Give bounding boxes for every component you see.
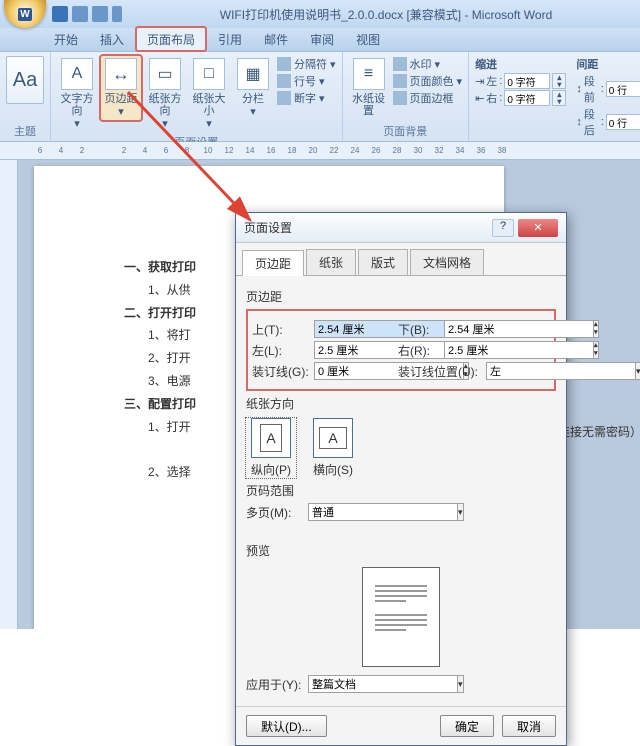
theme-button[interactable]: Aa xyxy=(6,56,44,104)
tab-home[interactable]: 开始 xyxy=(44,28,88,51)
label-multi: 多页(M): xyxy=(246,504,302,521)
group-page-bg: 水纸设置 水印 ▾ 页面颜色 ▾ 页面边框 页面背景 xyxy=(343,52,470,141)
ribbon-tabs: 开始 插入 页面布局 引用 邮件 审阅 视图 xyxy=(0,28,640,52)
space-after[interactable]: ↕ 段后: ▴▾ xyxy=(576,106,640,138)
label-bottom: 下(B): xyxy=(398,321,438,338)
dialog-help-button[interactable]: ? xyxy=(492,219,514,237)
hyphen-icon xyxy=(277,91,291,105)
doc-h3: 三、配置打印 xyxy=(124,397,196,411)
spacing-heading: 间距 xyxy=(576,56,640,72)
label-gutter: 装订线(G): xyxy=(252,363,308,380)
input-left[interactable]: ▴▾ xyxy=(314,341,392,359)
dialog-body: 页边距 上(T): ▴▾ 下(B): ▴▾ 左(L): ▴▾ 右(R): ▴▾ … xyxy=(236,276,566,706)
group-label-theme: 主题 xyxy=(14,121,36,139)
dialog-tab-layout[interactable]: 版式 xyxy=(358,249,408,275)
label-gutter-pos: 装订线位置(U): xyxy=(398,363,480,380)
section-range: 页码范围 xyxy=(246,482,556,499)
preview-box xyxy=(362,567,440,667)
horizontal-ruler[interactable]: 6422468101214161820222426283032343638 xyxy=(0,142,640,160)
tab-mailings[interactable]: 邮件 xyxy=(254,28,298,51)
combo-apply[interactable]: ▾ xyxy=(308,675,408,693)
page-setup-dialog: 页面设置 ? ✕ 页边距 纸张 版式 文档网格 页边距 上(T): ▴▾ 下(B… xyxy=(235,212,567,746)
margin-highlight-box: 上(T): ▴▾ 下(B): ▴▾ 左(L): ▴▾ 右(R): ▴▾ 装订线(… xyxy=(246,309,556,391)
indent-left[interactable]: ⇥ 左: ▴▾ xyxy=(475,73,566,89)
combo-gutter-pos[interactable]: ▾ xyxy=(486,362,546,380)
input-top[interactable]: ▴▾ xyxy=(314,320,392,338)
text-direction-button[interactable]: 文字方向▾ xyxy=(57,56,97,132)
border-icon xyxy=(393,91,407,105)
hyphenation-item[interactable]: 断字 ▾ xyxy=(277,90,336,106)
breaks-icon xyxy=(277,57,291,71)
section-preview: 预览 xyxy=(246,542,556,559)
dialog-title: 页面设置 xyxy=(244,219,492,236)
margins-button[interactable]: 页边距▾ xyxy=(101,56,141,120)
line-numbers-item[interactable]: 行号 ▾ xyxy=(277,73,336,89)
group-label-bg: 页面背景 xyxy=(383,121,427,139)
indent-right[interactable]: ⇤ 右: ▴▾ xyxy=(475,90,566,106)
label-left: 左(L): xyxy=(252,342,308,359)
dialog-close-button[interactable]: ✕ xyxy=(518,219,558,237)
orient-portrait[interactable]: A纵向(P) xyxy=(246,418,296,478)
watermark-settings-button[interactable]: 水纸设置 xyxy=(349,56,389,119)
dialog-tab-margin[interactable]: 页边距 xyxy=(242,250,304,276)
input-gutter[interactable]: ▴▾ xyxy=(314,362,392,380)
section-orient: 纸张方向 xyxy=(246,395,556,412)
window-title: WIFI打印机使用说明书_2.0.0.docx [兼容模式] - Microso… xyxy=(132,6,640,23)
label-right: 右(R): xyxy=(398,342,438,359)
tab-page-layout[interactable]: 页面布局 xyxy=(136,27,206,51)
doc-h2: 二、打开打印 xyxy=(124,306,196,320)
space-before[interactable]: ↕ 段前: ▴▾ xyxy=(576,73,640,105)
office-button[interactable]: W xyxy=(4,0,46,28)
dialog-tab-grid[interactable]: 文档网格 xyxy=(410,249,484,275)
default-button[interactable]: 默认(D)... xyxy=(246,715,327,737)
qat-dropdown-icon[interactable] xyxy=(112,6,122,22)
group-page-setup: 文字方向▾ 页边距▾ 纸张方向▾ 纸张大小▾ 分栏▾ 分隔符 ▾ 行号 ▾ 断字… xyxy=(51,52,343,141)
save-icon[interactable] xyxy=(52,6,68,22)
group-paragraph: 缩进 ⇥ 左: ▴▾ ⇤ 右: ▴▾ 间距 ↕ 段前: ▴▾ ↕ 段后: ▴▾ … xyxy=(469,52,640,141)
size-button[interactable]: 纸张大小▾ xyxy=(189,56,229,132)
page-border-item[interactable]: 页面边框 xyxy=(393,90,463,106)
input-right[interactable]: ▴▾ xyxy=(444,341,522,359)
indent-heading: 缩进 xyxy=(475,56,566,72)
cancel-button[interactable]: 取消 xyxy=(502,715,556,737)
page-color-item[interactable]: 页面颜色 ▾ xyxy=(393,73,463,89)
tab-insert[interactable]: 插入 xyxy=(90,28,134,51)
doc-h1: 一、获取打印 xyxy=(124,260,196,274)
vertical-ruler[interactable] xyxy=(0,160,18,629)
redo-icon[interactable] xyxy=(92,6,108,22)
tab-references[interactable]: 引用 xyxy=(208,28,252,51)
tab-view[interactable]: 视图 xyxy=(346,28,390,51)
columns-button[interactable]: 分栏▾ xyxy=(233,56,273,120)
titlebar: W WIFI打印机使用说明书_2.0.0.docx [兼容模式] - Micro… xyxy=(0,0,640,28)
input-bottom[interactable]: ▴▾ xyxy=(444,320,522,338)
dialog-titlebar[interactable]: 页面设置 ? ✕ xyxy=(236,213,566,243)
dialog-tab-paper[interactable]: 纸张 xyxy=(306,249,356,275)
dialog-buttons: 默认(D)... 确定 取消 xyxy=(236,706,566,745)
ribbon: Aa 主题 文字方向▾ 页边距▾ 纸张方向▾ 纸张大小▾ 分栏▾ 分隔符 ▾ 行… xyxy=(0,52,640,142)
ok-button[interactable]: 确定 xyxy=(440,715,494,737)
undo-icon[interactable] xyxy=(72,6,88,22)
orientation-button[interactable]: 纸张方向▾ xyxy=(145,56,185,132)
linenum-icon xyxy=(277,74,291,88)
label-apply: 应用于(Y): xyxy=(246,676,302,693)
watermark-item[interactable]: 水印 ▾ xyxy=(393,56,463,72)
orient-landscape[interactable]: A横向(S) xyxy=(308,418,358,478)
label-top: 上(T): xyxy=(252,321,308,338)
tab-review[interactable]: 审阅 xyxy=(300,28,344,51)
pagecolor-icon xyxy=(393,74,407,88)
dialog-tabs: 页边距 纸张 版式 文档网格 xyxy=(236,243,566,276)
group-theme: Aa 主题 xyxy=(0,52,51,141)
combo-multi[interactable]: ▾ xyxy=(308,503,408,521)
section-margin: 页边距 xyxy=(246,288,556,305)
doc-side-text: 连接无需密码） xyxy=(558,423,640,440)
quick-access-toolbar xyxy=(52,6,122,22)
watermark-icon xyxy=(393,57,407,71)
breaks-item[interactable]: 分隔符 ▾ xyxy=(277,56,336,72)
